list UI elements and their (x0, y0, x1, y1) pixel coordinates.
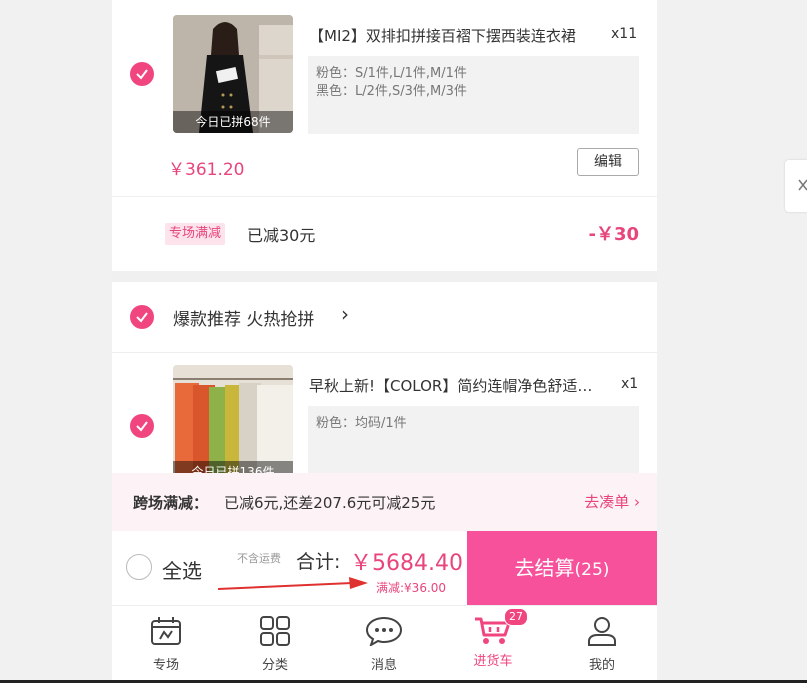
tab-special[interactable]: 专场 (126, 616, 206, 673)
cart-screen: 今日已拼68件 【MI2】双排扣拼接百褶下摆西装连衣裙 x11 粉色：S/1件,… (112, 0, 657, 680)
checkout-bar: 全选 不含运费 合计: ￥5684.40 满减:¥36.00 去结算(25) (112, 531, 657, 605)
shipping-note: 不含运费 (237, 552, 281, 565)
checkout-label: 去结算 (514, 556, 575, 580)
spec-line: 粉色：均码/1件 (316, 416, 407, 431)
close-icon (798, 179, 807, 191)
total-value: ￥5684.40 (350, 551, 463, 576)
section-checkbox[interactable] (130, 305, 154, 329)
chevron-right-icon: › (634, 493, 640, 511)
cart-item-card: 今日已拼68件 【MI2】双排扣拼接百褶下摆西装连衣裙 x11 粉色：S/1件,… (112, 0, 657, 196)
side-panel-edge (785, 160, 807, 212)
user-icon (588, 617, 616, 646)
total-label: 合计: (296, 551, 341, 573)
discount-note: 满减:¥36.00 (376, 581, 447, 595)
product-quantity: x1 (621, 376, 639, 392)
chat-icon (365, 616, 403, 648)
select-all-checkbox[interactable] (126, 554, 152, 580)
tab-label: 分类 (261, 658, 288, 673)
select-all-label[interactable]: 全选 (162, 555, 202, 584)
product-price: ￥361.20 (168, 160, 245, 180)
promo-amount: -￥30 (588, 224, 639, 245)
tab-profile[interactable]: 我的 (562, 616, 642, 673)
product-spec[interactable]: 粉色：均码/1件 (308, 406, 639, 473)
product-quantity: x11 (611, 26, 638, 42)
sold-today-badge: 今日已拼136件 (173, 461, 293, 473)
section-title[interactable]: 爆款推荐 火热抢拼 (173, 305, 314, 330)
cross-promo-label: 跨场满减： (133, 494, 209, 512)
tab-label: 进货车 (473, 654, 513, 669)
item-checkbox[interactable] (130, 62, 154, 86)
tab-label: 消息 (370, 658, 397, 673)
checkout-button[interactable]: 去结算(25) (467, 531, 657, 605)
product-image[interactable]: 今日已拼136件 (173, 365, 293, 473)
tab-messages[interactable]: 消息 (344, 616, 424, 673)
spec-line: 黑色：L/2件,S/3件,M/3件 (316, 84, 467, 99)
checkout-count: (25) (574, 560, 610, 580)
hoodies-illustration (173, 365, 293, 473)
promo-text: 已减30元 (247, 226, 316, 245)
product-image[interactable]: 今日已拼68件 (173, 15, 293, 133)
product-title[interactable]: 【MI2】双排扣拼接百褶下摆西装连衣裙 (309, 25, 589, 46)
tab-category[interactable]: 分类 (235, 616, 315, 673)
add-more-label: 去凑单 (584, 493, 630, 511)
product-spec[interactable]: 粉色：S/1件,L/1件,M/1件 黑色：L/2件,S/3件,M/3件 (308, 56, 639, 134)
cross-promo-text: 已减6元,还差207.6元可减25元 (224, 494, 436, 512)
calendar-icon (151, 617, 181, 645)
tab-cart[interactable]: 27 进货车 (453, 608, 533, 669)
sold-today-badge: 今日已拼68件 (173, 111, 293, 133)
cart-item-card: 今日已拼136件 早秋上新!【COLOR】简约连帽净色舒适卫衣 x1 粉色：均码… (112, 353, 657, 473)
tab-label: 专场 (152, 658, 179, 673)
cross-promo-bar: 跨场满减： 已减6元,还差207.6元可减25元 去凑单 › (112, 473, 657, 531)
chevron-right-icon[interactable]: › (341, 302, 349, 326)
add-more-link[interactable]: 去凑单 › (584, 491, 640, 512)
promo-row: 专场满减 已减30元 -￥30 (112, 197, 657, 271)
edit-button[interactable]: 编辑 (577, 148, 639, 176)
cart-count-badge: 27 (504, 608, 528, 626)
tab-label: 我的 (588, 658, 615, 673)
spec-line: 粉色：S/1件,L/1件,M/1件 (316, 66, 467, 81)
product-title[interactable]: 早秋上新!【COLOR】简约连帽净色舒适卫衣 (309, 375, 599, 396)
promo-tag: 专场满减 (165, 223, 226, 245)
shop-section-header[interactable]: 爆款推荐 火热抢拼 › (112, 282, 657, 352)
item-checkbox[interactable] (130, 414, 154, 438)
grid-icon (260, 616, 290, 646)
